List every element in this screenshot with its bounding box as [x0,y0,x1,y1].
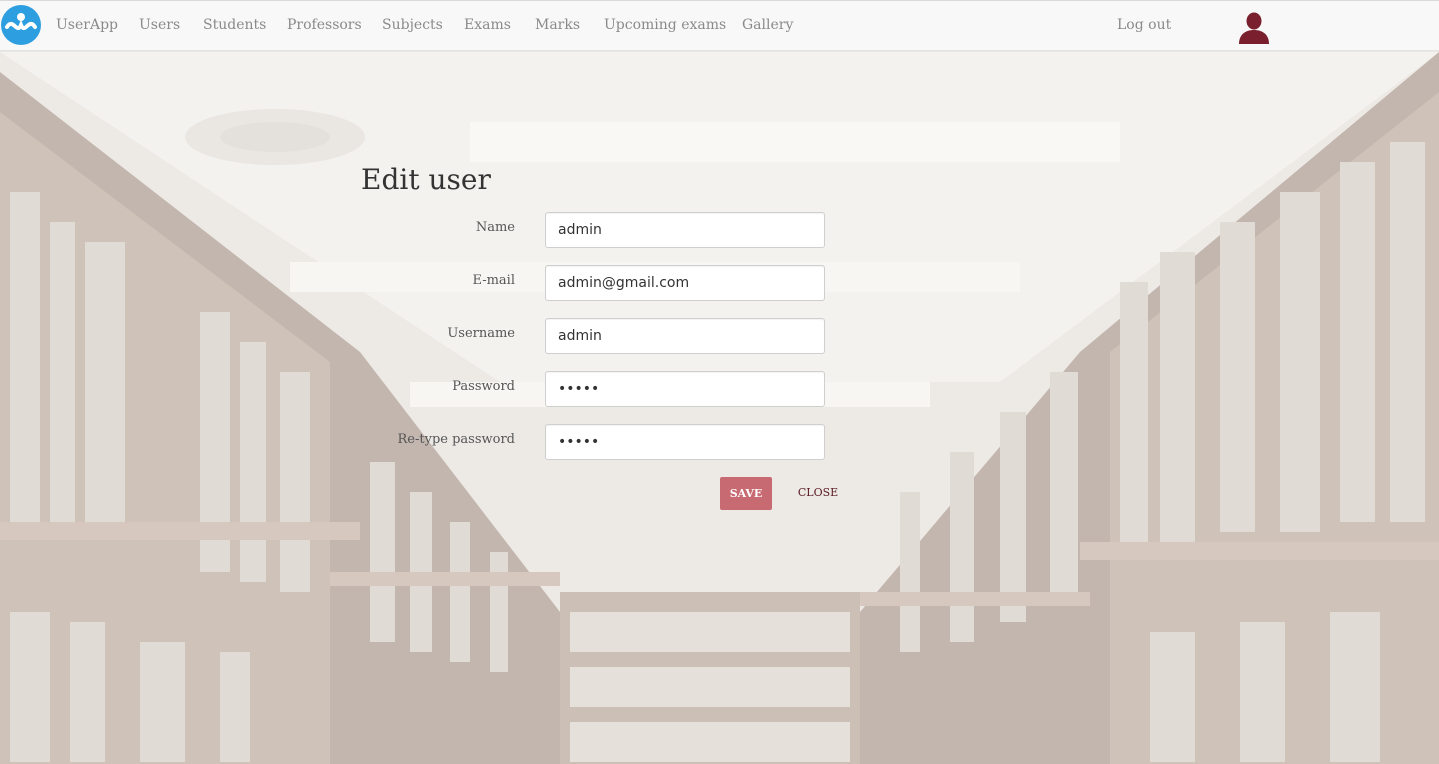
top-navbar: UserApp Users Students Professors Subjec… [0,0,1439,51]
nav-item-upcoming-exams[interactable]: Upcoming exams [604,17,726,33]
edit-user-form: Edit user Name E-mail Username Password … [0,0,1439,764]
name-label: Name [475,220,515,235]
user-avatar-icon[interactable] [1237,12,1271,44]
password-label: Password [452,379,515,394]
nav-item-exams[interactable]: Exams [464,17,511,33]
username-field[interactable] [545,318,825,354]
email-label: E-mail [472,273,515,288]
name-field[interactable] [545,212,825,248]
nav-item-gallery[interactable]: Gallery [742,17,793,33]
nav-item-users[interactable]: Users [139,17,180,33]
nav-item-marks[interactable]: Marks [535,17,580,33]
nav-item-professors[interactable]: Professors [287,17,362,33]
nav-item-subjects[interactable]: Subjects [382,17,443,33]
password-field[interactable] [545,371,825,407]
logout-link[interactable]: Log out [1117,17,1171,33]
nav-brand-userapp[interactable]: UserApp [56,17,118,33]
app-logo-icon[interactable] [1,5,41,45]
nav-item-students[interactable]: Students [203,17,266,33]
retype-password-label: Re-type password [397,432,516,447]
close-button[interactable]: CLOSE [793,477,843,507]
save-button[interactable]: SAVE [720,477,772,510]
page-title: Edit user [361,163,491,196]
username-label: Username [447,326,515,341]
retype-password-field[interactable] [545,424,825,460]
email-field[interactable] [545,265,825,301]
